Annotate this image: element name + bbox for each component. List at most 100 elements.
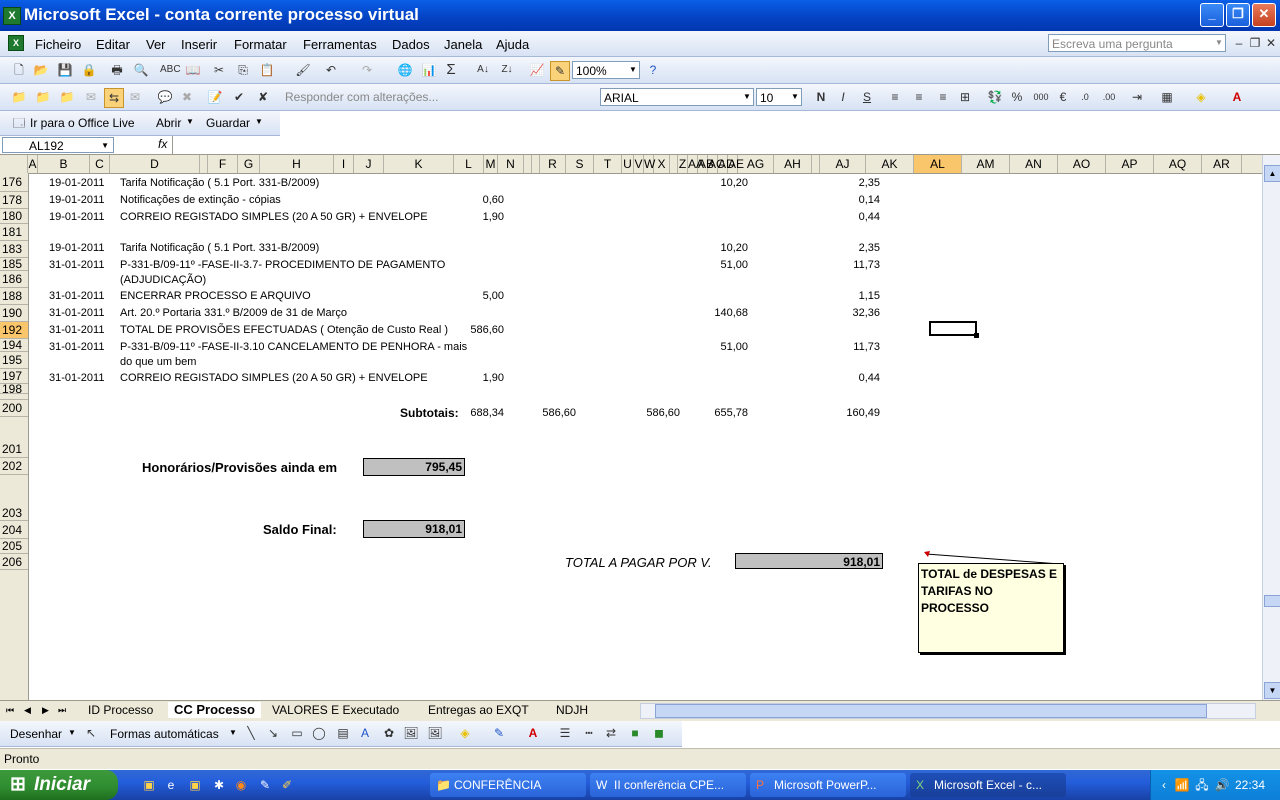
- column-header-ap[interactable]: AP: [1106, 155, 1154, 173]
- tab-cc-processo[interactable]: CC Processo: [168, 702, 261, 718]
- column-header-s[interactable]: S: [566, 155, 594, 173]
- row-header-202[interactable]: 202: [0, 458, 28, 475]
- line-color-icon[interactable]: ✎: [490, 724, 508, 742]
- amount-aj-cell[interactable]: 32,36: [820, 307, 880, 319]
- date-cell[interactable]: 19-01-2011: [49, 211, 104, 223]
- column-header-f[interactable]: F: [208, 155, 238, 173]
- format-painter-icon[interactable]: 🖌: [294, 61, 312, 79]
- scroll-up-icon[interactable]: ▲: [1264, 165, 1280, 182]
- last-sheet-icon[interactable]: ⏭: [58, 702, 66, 718]
- amount-l-cell[interactable]: 0,60: [448, 194, 504, 206]
- align-left-icon[interactable]: ≡: [886, 88, 904, 106]
- textbox-icon[interactable]: ▤: [334, 724, 352, 742]
- column-header-x[interactable]: X: [654, 155, 670, 173]
- close-button[interactable]: ✕: [1252, 3, 1276, 27]
- scroll-thumb[interactable]: [655, 704, 1207, 718]
- column-header-ab[interactable]: AB: [698, 155, 714, 173]
- fill-color-icon[interactable]: ◈: [1192, 88, 1210, 106]
- percent-icon[interactable]: %: [1008, 88, 1026, 106]
- quicklaunch-icon-2[interactable]: ▣: [186, 776, 204, 794]
- description-cell[interactable]: CORREIO REGISTADO SIMPLES (20 A 50 GR) +…: [120, 211, 428, 223]
- select-pointer-icon[interactable]: ↖: [82, 724, 100, 742]
- column-header-aq[interactable]: AQ: [1154, 155, 1202, 173]
- row-header-192[interactable]: 192: [0, 322, 28, 339]
- row-header-186[interactable]: 186: [0, 271, 28, 288]
- row-header-188[interactable]: 188: [0, 288, 28, 305]
- amount-aj-cell[interactable]: 0,14: [820, 194, 880, 206]
- column-header-ar[interactable]: AR: [1202, 155, 1242, 173]
- worksheet-grid[interactable]: 19-01-2011 Tarifa Notificação ( 5.1 Port.…: [28, 173, 1260, 700]
- comment-icon[interactable]: 💬: [156, 88, 174, 106]
- cut-icon[interactable]: ✂: [210, 61, 228, 79]
- arrow-style-icon[interactable]: ⇄: [602, 724, 620, 742]
- amount-aj-cell[interactable]: 0,44: [820, 372, 880, 384]
- amount-l-cell[interactable]: 5,00: [448, 290, 504, 302]
- description-cell[interactable]: P-331-B/09-11º -FASE-II-3.7- PROCEDIMENT…: [120, 259, 445, 271]
- column-header-b[interactable]: B: [38, 155, 90, 173]
- amount-aj-cell[interactable]: 11,73: [820, 259, 880, 271]
- amount-ae-cell[interactable]: 51,00: [688, 341, 748, 353]
- font-select[interactable]: ARIAL ▼: [600, 88, 754, 106]
- indent-icon[interactable]: ⇥: [1128, 88, 1146, 106]
- name-box[interactable]: AL192 ▼: [2, 137, 114, 153]
- autoshapes-button[interactable]: Formas automáticas: [110, 727, 219, 741]
- column-header-ah[interactable]: AH: [774, 155, 812, 173]
- total-label[interactable]: TOTAL A PAGAR POR V.: [565, 555, 712, 570]
- column-header-t[interactable]: T: [594, 155, 622, 173]
- row-header-206[interactable]: 206: [0, 554, 28, 570]
- align-center-icon[interactable]: ≡: [910, 88, 928, 106]
- column-header-v[interactable]: V: [634, 155, 644, 173]
- wifi-icon[interactable]: 📶: [1173, 776, 1191, 794]
- task-conferencia[interactable]: 📁 CONFERÊNCIA: [430, 773, 586, 797]
- task-word[interactable]: W II conferência CPE...: [590, 773, 746, 797]
- print-preview-icon[interactable]: 🔍: [132, 61, 150, 79]
- tools-icon[interactable]: ✱: [210, 776, 228, 794]
- column-header-am[interactable]: AM: [962, 155, 1010, 173]
- open-icon[interactable]: 📂: [32, 61, 50, 79]
- scroll-thumb[interactable]: [1264, 595, 1280, 607]
- 3d-icon[interactable]: ◼: [650, 724, 668, 742]
- column-header-ag[interactable]: AG: [738, 155, 774, 173]
- amount-ae-cell[interactable]: 10,20: [688, 242, 748, 254]
- research-icon[interactable]: 📖: [184, 61, 202, 79]
- doc-close-icon[interactable]: ✕: [1262, 34, 1280, 52]
- honorarios-label[interactable]: Honorários/Provisões ainda em: [142, 460, 337, 475]
- increase-decimal-icon[interactable]: .0: [1076, 88, 1094, 106]
- formula-input[interactable]: [172, 136, 1280, 154]
- sort-ascending-icon[interactable]: A↓: [474, 61, 492, 79]
- font-color-icon[interactable]: A: [524, 724, 542, 742]
- bold-icon[interactable]: N: [812, 88, 830, 106]
- menu-dados[interactable]: Dados: [392, 37, 430, 52]
- row-header-183[interactable]: 183: [0, 241, 28, 258]
- menu-inserir[interactable]: Inserir: [181, 37, 217, 52]
- font-size-select[interactable]: 10 ▼: [756, 88, 802, 106]
- save-icon[interactable]: 💾: [56, 61, 74, 79]
- menu-ajuda[interactable]: Ajuda: [496, 37, 529, 52]
- column-header-aj[interactable]: AJ: [820, 155, 866, 173]
- drawing-toggle-icon[interactable]: ✎: [550, 61, 570, 81]
- row-header-190[interactable]: 190: [0, 305, 28, 322]
- column-header-ae[interactable]: AE: [728, 155, 744, 173]
- save-live-button[interactable]: Guardar: [206, 116, 250, 130]
- excel-icon[interactable]: X: [3, 7, 21, 25]
- tab-id-processo[interactable]: ID Processo: [88, 702, 153, 718]
- select-all-corner[interactable]: [0, 155, 28, 173]
- borders-icon[interactable]: ▦: [1158, 88, 1176, 106]
- track-changes-icon[interactable]: 📝: [206, 88, 224, 106]
- euro-icon[interactable]: €: [1054, 88, 1072, 106]
- sort-descending-icon[interactable]: Z↓: [498, 61, 516, 79]
- scroll-down-icon[interactable]: ▼: [1264, 682, 1280, 699]
- permission-icon[interactable]: 🔒: [80, 61, 98, 79]
- accept-icon[interactable]: ✔: [230, 88, 248, 106]
- row-header-194[interactable]: 194: [0, 339, 28, 352]
- ie-icon[interactable]: e: [162, 776, 180, 794]
- clipart-icon[interactable]: 🖼: [402, 724, 420, 742]
- amount-ae-cell[interactable]: 140,68: [688, 307, 748, 319]
- quicklaunch-icon-3[interactable]: ✐: [278, 776, 296, 794]
- description-cell[interactable]: ENCERRAR PROCESSO E ARQUIVO: [120, 290, 311, 302]
- description-cell[interactable]: Tarifa Notificação ( 5.1 Port. 331-B/200…: [120, 242, 319, 254]
- row-header-204[interactable]: 204: [0, 521, 28, 539]
- date-cell[interactable]: 31-01-2011: [49, 307, 104, 319]
- task-excel[interactable]: X Microsoft Excel - c...: [910, 773, 1066, 797]
- network-icon[interactable]: 🖧: [1193, 776, 1211, 794]
